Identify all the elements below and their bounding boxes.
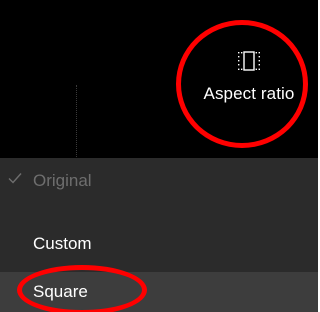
menu-item-label: Original	[33, 171, 92, 190]
aspect-ratio-icon	[238, 51, 260, 71]
checkmark-icon	[8, 173, 22, 184]
menu-item-label: Custom	[33, 234, 92, 253]
aspect-ratio-button[interactable]: Aspect ratio	[190, 44, 308, 124]
aspect-ratio-label: Aspect ratio	[203, 84, 295, 103]
menu-item-original[interactable]: Original	[0, 162, 318, 200]
crop-toolbar: Aspect ratio	[0, 0, 318, 158]
crop-guide-line	[76, 85, 77, 157]
menu-item-square[interactable]: Square	[0, 272, 318, 312]
aspect-ratio-menu: Original Custom Square	[0, 158, 318, 312]
menu-item-label: Square	[33, 282, 88, 301]
menu-item-custom[interactable]: Custom	[0, 225, 318, 263]
photo-editor-crop-panel: Aspect ratio Original Custom Square	[0, 0, 318, 312]
